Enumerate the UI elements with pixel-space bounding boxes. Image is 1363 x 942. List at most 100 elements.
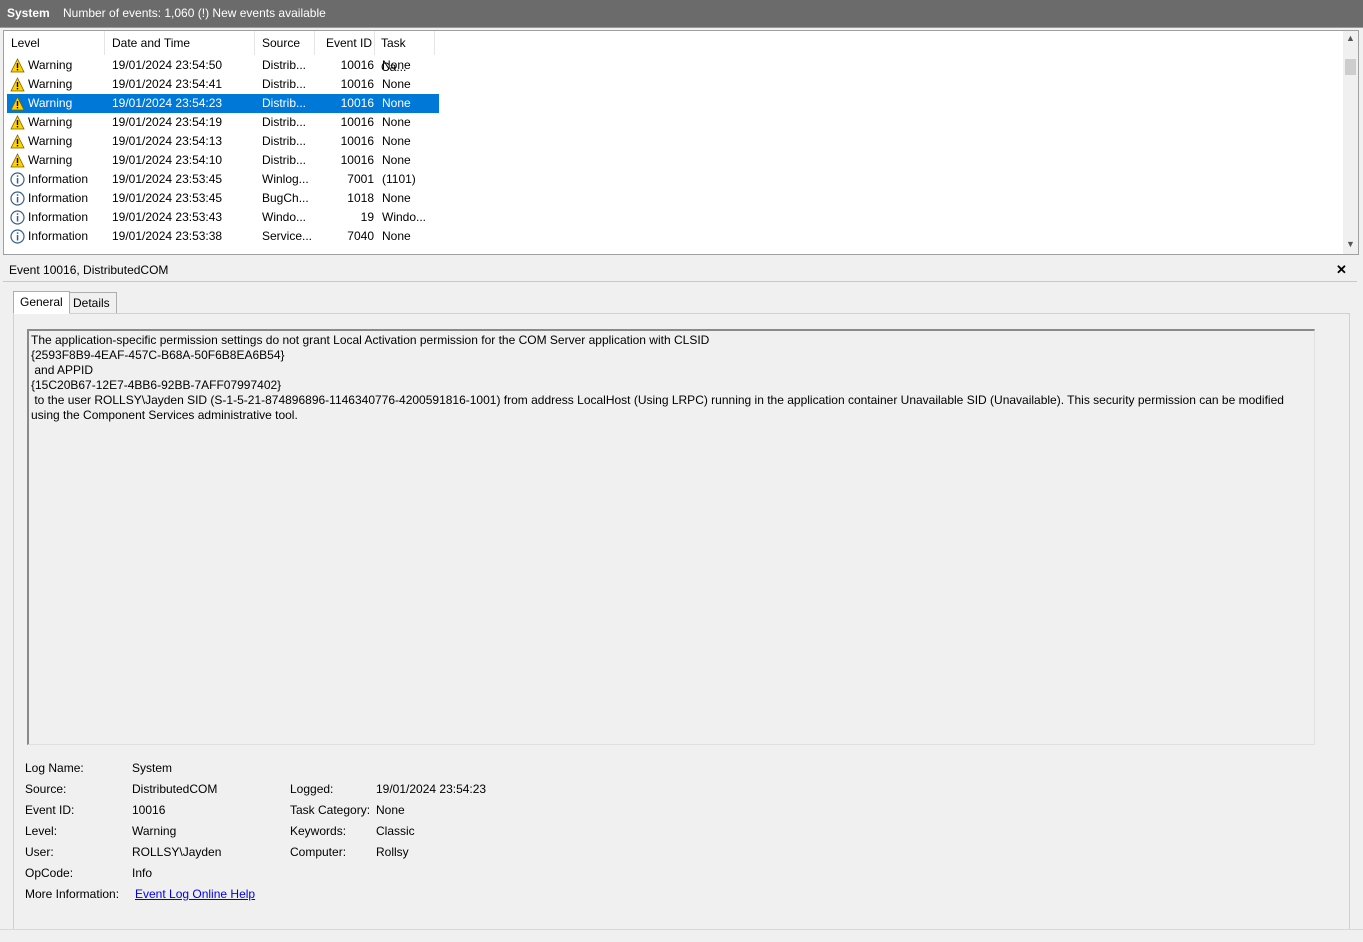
logged-value: 19/01/2024 23:54:23	[376, 782, 487, 796]
event-source: Windo...	[262, 210, 307, 224]
event-row[interactable]: Information 19/01/2024 23:53:38 Service...…	[7, 227, 439, 246]
task-category-value: None	[376, 803, 405, 817]
more-information-label: More Information:	[25, 887, 120, 901]
event-task-category: None	[382, 153, 411, 167]
event-datetime: 19/01/2024 23:54:19	[112, 115, 223, 129]
warning-icon	[10, 134, 25, 149]
event-row[interactable]: Warning 19/01/2024 23:54:41 Distrib... 1001…	[7, 75, 439, 94]
event-id: 10016	[340, 58, 374, 72]
column-header-source[interactable]: Source	[255, 31, 315, 55]
user-value: ROLLSY\Jayden	[132, 845, 222, 859]
event-row[interactable]: Warning 19/01/2024 23:54:23 Distrib... 1001…	[7, 94, 439, 113]
event-id: 1018	[347, 191, 374, 205]
event-description-box[interactable]: The application-specific permission sett…	[27, 329, 1315, 745]
column-header-event-id[interactable]: Event ID	[315, 31, 375, 55]
event-row[interactable]: Information 19/01/2024 23:53:45 BugCh... 10…	[7, 189, 439, 208]
event-id-label: Event ID:	[25, 803, 75, 817]
level-label: Level:	[25, 824, 58, 838]
event-task-category: None	[382, 115, 411, 129]
event-id: 7001	[347, 172, 374, 186]
event-source: Distrib...	[262, 153, 307, 167]
event-row[interactable]: Warning 19/01/2024 23:54:13 Distrib... 1001…	[7, 132, 439, 151]
scroll-down-icon[interactable]: ▼	[1346, 239, 1355, 249]
event-row[interactable]: Information 19/01/2024 23:53:43 Windo... 19…	[7, 208, 439, 227]
scroll-up-icon[interactable]: ▲	[1346, 33, 1355, 43]
opcode-label: OpCode:	[25, 866, 74, 880]
column-header-task-category[interactable]: Task Ca...	[375, 31, 435, 74]
log-name-title: System	[7, 6, 50, 20]
event-source: Distrib...	[262, 96, 307, 110]
event-task-category: None	[382, 229, 411, 243]
event-task-category: None	[382, 77, 411, 91]
tab-general[interactable]: General	[13, 291, 70, 314]
level-value: Warning	[132, 824, 177, 838]
event-source: Service...	[262, 229, 313, 243]
keywords-value: Classic	[376, 824, 415, 838]
computer-value: Rollsy	[376, 845, 409, 859]
event-id-value: 10016	[132, 803, 166, 817]
column-header-datetime[interactable]: Date and Time	[105, 31, 255, 55]
event-level: Warning	[28, 134, 73, 148]
event-task-category: None	[382, 58, 411, 72]
event-row[interactable]: Information 19/01/2024 23:53:45 Winlog... 7…	[7, 170, 439, 189]
event-row[interactable]: Warning 19/01/2024 23:54:19 Distrib... 1001…	[7, 113, 439, 132]
scroll-thumb[interactable]	[1345, 59, 1356, 75]
event-source: BugCh...	[262, 191, 309, 205]
event-level: Information	[28, 229, 89, 243]
task-category-label: Task Category:	[290, 803, 371, 817]
info-icon	[10, 191, 25, 206]
event-level: Information	[28, 191, 89, 205]
bottom-edge	[0, 929, 1363, 942]
column-header-level[interactable]: Level	[4, 31, 105, 55]
vertical-scrollbar[interactable]: ▲ ▼	[1343, 31, 1358, 254]
event-detail-header: Event 10016, DistributedCOM ✕	[3, 259, 1357, 282]
event-id: 10016	[340, 77, 374, 91]
event-task-category: (1101)	[382, 172, 416, 186]
event-level: Warning	[28, 58, 73, 72]
log-name-label: Log Name:	[25, 761, 84, 775]
keywords-label: Keywords:	[290, 824, 347, 838]
event-task-category: None	[382, 96, 411, 110]
tab-details[interactable]: Details	[66, 292, 117, 313]
event-row[interactable]: Warning 19/01/2024 23:54:10 Distrib... 1001…	[7, 151, 439, 170]
event-datetime: 19/01/2024 23:53:45	[112, 191, 223, 205]
source-value: DistributedCOM	[132, 782, 218, 796]
user-label: User:	[25, 845, 54, 859]
event-source: Distrib...	[262, 77, 307, 91]
log-header-bar: System Number of events: 1,060 (!) New e…	[0, 0, 1363, 28]
opcode-value: Info	[132, 866, 153, 880]
logged-label: Logged:	[290, 782, 334, 796]
info-icon	[10, 229, 25, 244]
event-id: 19	[360, 210, 374, 224]
event-task-category: None	[382, 134, 411, 148]
log-name-value: System	[132, 761, 173, 775]
event-datetime: 19/01/2024 23:54:23	[112, 96, 223, 110]
event-row[interactable]: Warning 19/01/2024 23:54:50 Distrib... 1001…	[7, 56, 439, 75]
warning-icon	[10, 153, 25, 168]
event-list[interactable]: Level Date and Time Source Event ID Task…	[3, 30, 1359, 255]
event-count-text[interactable]: Number of events: 1,060 (!) New events a…	[63, 6, 326, 20]
event-detail-title: Event 10016, DistributedCOM	[9, 263, 169, 277]
source-label: Source:	[25, 782, 67, 796]
event-datetime: 19/01/2024 23:53:45	[112, 172, 223, 186]
event-datetime: 19/01/2024 23:54:10	[112, 153, 223, 167]
warning-icon	[10, 77, 25, 92]
event-log-online-help-link[interactable]: Event Log Online Help	[135, 887, 255, 901]
event-level: Warning	[28, 77, 73, 91]
event-datetime: 19/01/2024 23:53:43	[112, 210, 223, 224]
warning-icon	[10, 58, 25, 73]
event-id: 10016	[340, 115, 374, 129]
event-level: Warning	[28, 153, 73, 167]
event-datetime: 19/01/2024 23:54:50	[112, 58, 223, 72]
event-datetime: 19/01/2024 23:54:41	[112, 77, 223, 91]
close-icon[interactable]: ✕	[1336, 259, 1347, 281]
event-level: Information	[28, 172, 89, 186]
warning-icon	[10, 96, 25, 111]
event-id: 10016	[340, 134, 374, 148]
event-source: Winlog...	[262, 172, 309, 186]
computer-label: Computer:	[290, 845, 347, 859]
event-task-category: None	[382, 191, 411, 205]
event-task-category: Windo...	[382, 210, 427, 224]
event-level: Information	[28, 210, 89, 224]
info-icon	[10, 210, 25, 225]
